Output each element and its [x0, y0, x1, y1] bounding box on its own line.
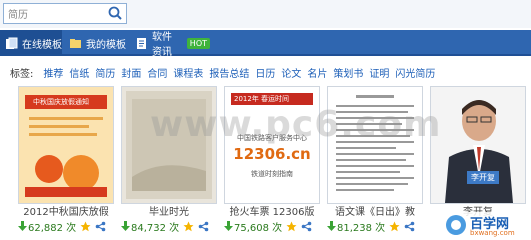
star-icon[interactable] [286, 221, 297, 232]
tab-software-news[interactable]: 软件资讯 HOT [130, 30, 210, 58]
share-icon[interactable] [198, 221, 209, 232]
template-thumbnail[interactable]: 李开复 [430, 86, 526, 204]
tag-item[interactable]: 论文 [281, 65, 301, 80]
download-count: 81,238 次 [337, 222, 386, 234]
tag-item[interactable]: 日历 [255, 65, 275, 80]
thumbnail-caption: 中秋国庆放假通知 [33, 98, 89, 106]
card-stats: 62,882 次 [18, 219, 114, 234]
star-icon[interactable] [389, 221, 400, 232]
tag-item[interactable]: 策划书 [333, 65, 363, 80]
tag-item[interactable]: 名片 [307, 65, 327, 80]
thumbnail-heading: 2012年 春运时间 [231, 93, 313, 105]
tab-label: 软件资讯 [152, 32, 172, 58]
template-thumbnail[interactable] [121, 86, 217, 204]
template-card[interactable]: 中秋国庆放假通知 2012中秋国庆放假 62,882 次 [18, 86, 114, 236]
template-title[interactable]: 2012中秋国庆放假 [18, 203, 114, 216]
download-arrow-icon [18, 220, 27, 232]
search-bar [0, 0, 531, 28]
tag-item[interactable]: 报告总结 [209, 65, 249, 80]
download-count: 62,882 次 [28, 222, 77, 234]
template-title[interactable]: 毕业时光 [121, 203, 217, 216]
tab-label: 我的模板 [86, 39, 126, 51]
template-card[interactable]: 毕业时光 84,732 次 [121, 86, 217, 236]
download-arrow-icon [224, 220, 233, 232]
download-arrow-icon [121, 220, 130, 232]
tab-bar: 在线模板 我的模板 软件资讯 HOT [0, 30, 531, 58]
download-arrow-icon [327, 220, 336, 232]
tab-online-templates[interactable]: 在线模板 [0, 30, 62, 56]
search-input[interactable] [5, 5, 105, 22]
tag-item[interactable]: 简历 [95, 65, 115, 80]
share-icon[interactable] [301, 221, 312, 232]
card-stats: 84,732 次 [121, 219, 217, 234]
template-thumbnail[interactable] [327, 86, 423, 204]
share-icon[interactable] [404, 221, 415, 232]
hot-badge: HOT [186, 37, 210, 49]
tag-item[interactable]: 闪光简历 [395, 65, 435, 80]
download-count: 84,732 次 [131, 222, 180, 234]
tab-my-templates[interactable]: 我的模板 [64, 30, 126, 56]
template-thumbnail[interactable]: 中秋国庆放假通知 [18, 86, 114, 204]
thumbnail-url: 12306.cn [233, 145, 311, 163]
name-tag: 李开复 [467, 171, 499, 184]
tags-label: 标签: [10, 68, 34, 80]
tag-item[interactable]: 信纸 [69, 65, 89, 80]
template-card[interactable]: 2012年 春运时间 中国铁路客户服务中心 12306.cn 铁道时刻指南 抢火… [224, 86, 320, 236]
star-icon[interactable] [80, 221, 91, 232]
card-stats: 75,608 次 [224, 219, 320, 234]
thumbnail-subtitle: 中国铁路客户服务中心 [237, 134, 307, 142]
thumbnail-footer: 铁道时刻指南 [251, 170, 293, 178]
logo-subtext: bxwang.com [470, 229, 515, 237]
tag-item[interactable]: 证明 [369, 65, 389, 80]
card-stats: 81,238 次 [327, 219, 423, 234]
search-box[interactable] [3, 3, 127, 24]
search-icon[interactable] [106, 5, 125, 22]
download-count: 75,608 次 [234, 222, 283, 234]
folder-icon [69, 37, 82, 50]
tag-list: 标签: 推荐 信纸 简历 封面 合同 课程表 报告总结 日历 论文 名片 策划书… [10, 64, 435, 80]
tag-item[interactable]: 课程表 [173, 65, 203, 80]
tab-label: 在线模板 [22, 39, 62, 51]
template-title[interactable]: 抢火车票 12306版 [224, 203, 320, 216]
tag-item[interactable]: 封面 [121, 65, 141, 80]
template-thumbnail[interactable]: 2012年 春运时间 中国铁路客户服务中心 12306.cn 铁道时刻指南 [224, 86, 320, 204]
site-logo: 百学网 bxwang.com [444, 210, 530, 240]
template-card[interactable]: 语文课《日出》教 81,238 次 [327, 86, 423, 236]
document-icon [135, 37, 148, 50]
share-icon[interactable] [95, 221, 106, 232]
template-icon [5, 37, 18, 50]
tag-item[interactable]: 推荐 [43, 65, 63, 80]
tag-item[interactable]: 合同 [147, 65, 167, 80]
star-icon[interactable] [183, 221, 194, 232]
template-title[interactable]: 语文课《日出》教 [327, 203, 423, 216]
